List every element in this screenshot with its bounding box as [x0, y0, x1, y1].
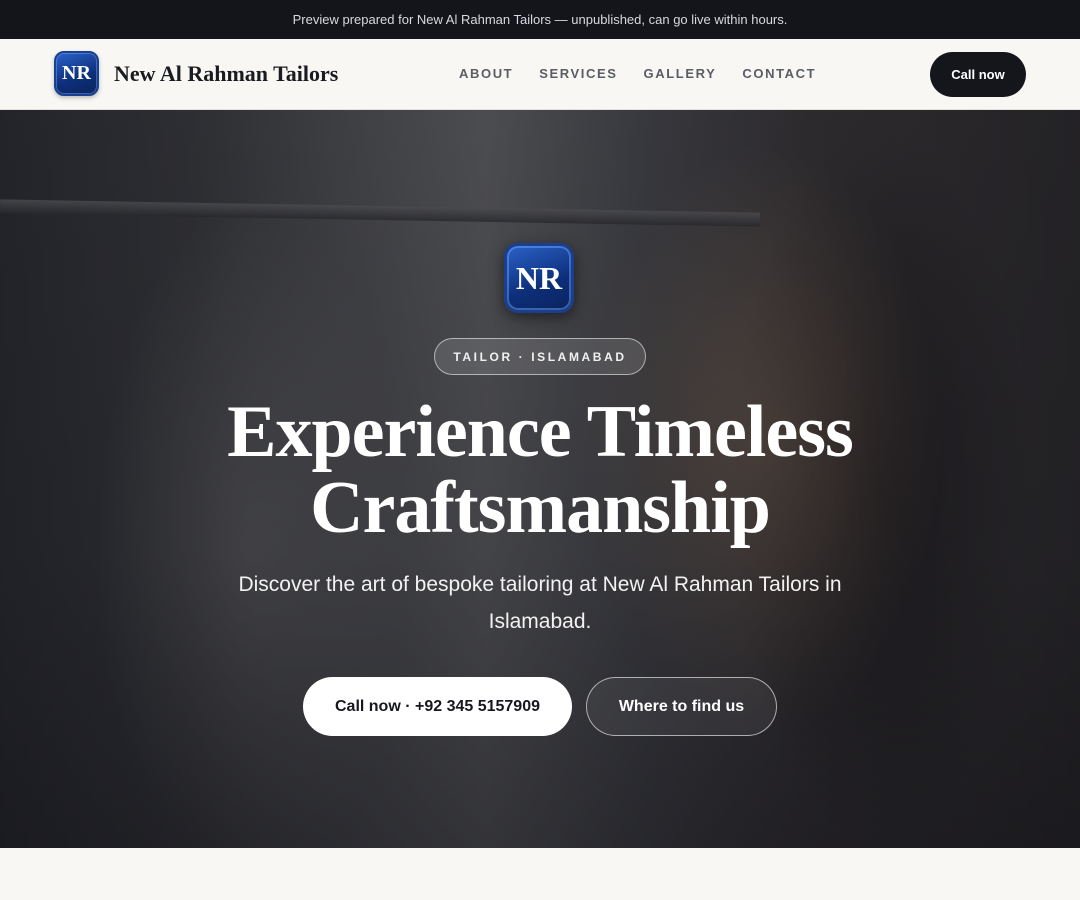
preview-banner: Preview prepared for New Al Rahman Tailo… — [0, 0, 1080, 39]
hero-call-now-button[interactable]: Call now · +92 345 5157909 — [303, 677, 572, 736]
main-nav: ABOUT SERVICES GALLERY CONTACT — [459, 66, 842, 81]
brand-name: New Al Rahman Tailors — [114, 60, 339, 86]
nav-contact-link[interactable]: CONTACT — [742, 66, 816, 81]
logo-badge: NR — [54, 51, 99, 96]
hero-subtitle: Discover the art of bespoke tailoring at… — [238, 573, 842, 633]
brand-link[interactable]: NR New Al Rahman Tailors — [54, 51, 338, 96]
site-header: NR New Al Rahman Tailors ABOUT SERVICES … — [0, 39, 1080, 110]
hero-content: NR TAILOR · ISLAMABAD Experience Timeles… — [0, 110, 1080, 848]
header-call-now-button[interactable]: Call now — [930, 52, 1026, 97]
next-section — [0, 848, 1080, 900]
nav-about-link[interactable]: ABOUT — [459, 66, 513, 81]
hero-logo-badge: NR — [504, 243, 574, 313]
hero-title: Experience Timeless Craftsmanship — [227, 391, 854, 549]
hero-find-us-button[interactable]: Where to find us — [586, 677, 777, 736]
hero-location-tag: TAILOR · ISLAMABAD — [434, 338, 646, 375]
nav-services-link[interactable]: SERVICES — [539, 66, 617, 81]
nav-gallery-link[interactable]: GALLERY — [644, 66, 717, 81]
preview-banner-text: Preview prepared for New Al Rahman Tailo… — [292, 12, 788, 27]
hero-section: NR TAILOR · ISLAMABAD Experience Timeles… — [0, 110, 1080, 848]
